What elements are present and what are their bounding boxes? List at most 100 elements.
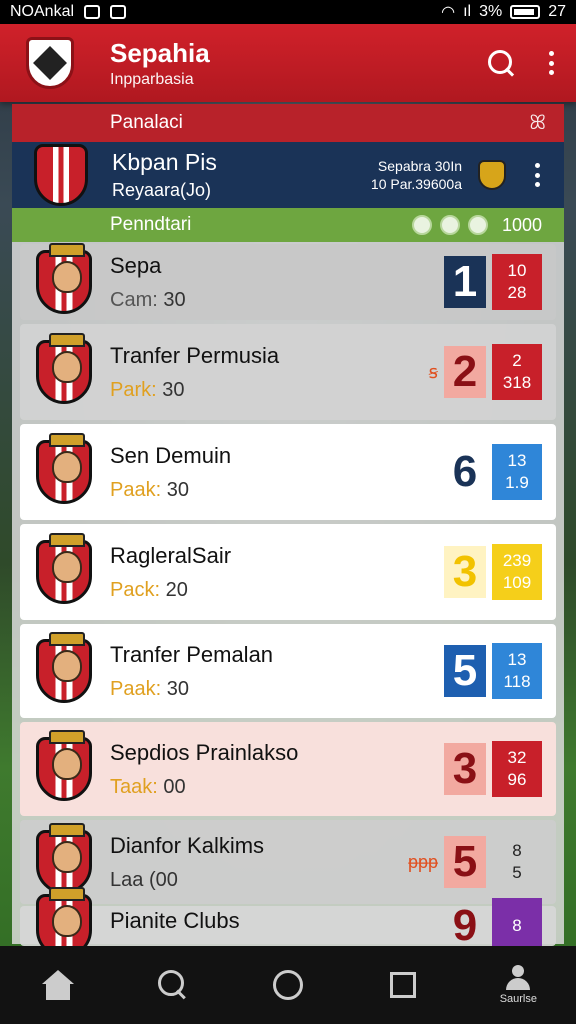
item-meta: Pack: 20 xyxy=(110,579,231,602)
item-meta: Taak: 00 xyxy=(110,776,298,799)
carrier-label: NOAnkal xyxy=(10,3,75,20)
list-item[interactable]: Sepa Cam: 30 1 10 28 xyxy=(20,243,556,320)
item-stats: 85 xyxy=(492,834,542,890)
list-item[interactable]: Dianfor Kalkims Laa (00 ᵽᵽᵽ 5 8 5 xyxy=(20,820,556,904)
wifi-icon: ◠ xyxy=(441,4,456,21)
item-score: 6 13 1.9 xyxy=(444,444,542,500)
club-badge-icon xyxy=(478,160,506,190)
item-meta: Laa (00 xyxy=(110,869,264,892)
bottom-nav: Saurlse xyxy=(0,946,576,1024)
item-meta-key: Laa xyxy=(110,868,149,891)
search-icon xyxy=(157,970,188,1000)
club-logo-icon[interactable] xyxy=(26,37,74,89)
item-title: RagleralSair xyxy=(110,542,232,568)
nav-circle[interactable] xyxy=(258,955,318,1015)
section-label: Penndtari xyxy=(110,214,192,235)
more-vert-icon[interactable] xyxy=(548,51,554,75)
item-meta: Paak: 30 xyxy=(110,678,273,701)
item-stat-1: 8 xyxy=(512,841,522,860)
item-meta-value: (00 xyxy=(148,868,178,891)
item-prefix: ꞩ xyxy=(428,361,438,382)
item-stat-1: 8 xyxy=(512,916,522,935)
item-meta-value: 30 xyxy=(162,378,185,401)
notification-icon-2 xyxy=(110,5,127,19)
item-stat-1: 32 xyxy=(507,748,527,767)
item-stat-2: 318 xyxy=(502,373,532,392)
player-crest-icon xyxy=(36,823,92,894)
sort-icon[interactable] xyxy=(467,215,488,235)
item-meta-key: Paak: xyxy=(110,677,167,700)
item-stat-2: 1.9 xyxy=(505,473,529,492)
list-item[interactable]: RagleralSair Pack: 20 3 239 109 xyxy=(20,524,556,620)
item-title: Tranfer Permusia xyxy=(110,342,280,368)
close-icon[interactable]: ꕤ xyxy=(529,112,546,135)
item-stat-1: 10 xyxy=(507,261,527,280)
section-bar: Penndtari 1000 xyxy=(12,208,564,242)
item-score: 1 10 28 xyxy=(444,254,542,310)
featured-info-1: Sepabra 30In xyxy=(377,158,462,174)
player-crest-icon xyxy=(36,632,92,703)
item-score: ᵽᵽᵽ 5 8 5 xyxy=(408,834,542,890)
item-meta-key: Cam: xyxy=(110,288,164,311)
item-meta-value: 30 xyxy=(166,677,189,700)
item-stats: 13 118 xyxy=(492,643,542,699)
item-score: 3 32 96 xyxy=(444,741,542,797)
filter-icon[interactable] xyxy=(411,215,432,235)
item-meta: Park: 30 xyxy=(110,379,279,402)
featured-name: Kbpan Pis xyxy=(112,149,217,175)
signal-icon: ıl xyxy=(463,3,472,20)
home-icon xyxy=(41,970,74,1000)
item-meta-key: Pack: xyxy=(110,578,166,601)
featured-more-icon[interactable] xyxy=(534,163,540,187)
item-meta-key: Paak: xyxy=(110,478,167,501)
nav-profile[interactable]: Saurlse xyxy=(488,955,548,1015)
item-rank: 5 xyxy=(444,645,486,697)
item-stats: 10 28 xyxy=(492,254,542,310)
item-prefix: ᵽᵽᵽ xyxy=(407,851,438,872)
item-title: Dianfor Kalkims xyxy=(110,832,265,858)
item-stat-2: 28 xyxy=(507,283,527,302)
clock: 27 xyxy=(548,3,566,20)
player-crest-icon xyxy=(34,144,88,206)
item-rank: 2 xyxy=(444,346,486,398)
item-title: Tranfer Pemalan xyxy=(110,641,274,667)
battery-text: 3% xyxy=(479,3,503,20)
list-item[interactable]: Sen Demuin Paak: 30 6 13 1.9 xyxy=(20,424,556,520)
item-meta: Cam: 30 xyxy=(110,289,186,312)
item-rank: 3 xyxy=(444,743,486,795)
check-icon[interactable] xyxy=(439,215,460,235)
person-icon xyxy=(504,965,532,991)
item-score: 3 239 109 xyxy=(444,544,542,600)
item-title: Sen Demuin xyxy=(110,442,232,468)
player-crest-icon xyxy=(36,243,92,314)
nav-home[interactable] xyxy=(28,955,88,1015)
item-rank: 1 xyxy=(444,256,486,308)
item-stat-2: 5 xyxy=(512,863,522,882)
item-meta-value: 30 xyxy=(163,288,186,311)
item-stat-2: 96 xyxy=(507,770,527,789)
item-stat-2: 118 xyxy=(503,672,531,691)
nav-search[interactable] xyxy=(143,955,203,1015)
list-item[interactable]: Tranfer Pemalan Paak: 30 5 13 118 xyxy=(20,624,556,718)
item-rank: 9 xyxy=(452,901,478,950)
player-crest-icon xyxy=(36,730,92,801)
list-item[interactable]: Sepdios Prainlakso Taak: 00 3 32 96 xyxy=(20,722,556,816)
nav-square[interactable] xyxy=(373,955,433,1015)
item-rank: 3 xyxy=(444,546,486,598)
featured-player[interactable]: Kbpan Pis Reyaara(Jo) Sepabra 30In 10 Pa… xyxy=(12,142,564,208)
item-score: ꞩ 2 2 318 xyxy=(429,344,542,400)
list-item[interactable]: Tranfer Permusia Park: 30 ꞩ 2 2 318 xyxy=(20,324,556,420)
list-item[interactable]: Pianite Clubs 9 8 xyxy=(20,887,556,958)
search-icon[interactable] xyxy=(488,50,514,76)
item-stats: 239 109 xyxy=(492,544,542,600)
item-meta: Paak: 30 xyxy=(110,479,231,502)
app-subtitle: Inpparbasia xyxy=(110,70,194,88)
item-stat-1: 13 xyxy=(507,650,527,669)
app-title: Sepahia xyxy=(110,37,210,68)
item-meta-value: 20 xyxy=(165,578,188,601)
item-stat-1: 2 xyxy=(512,351,522,370)
panel-header-label: Panalaci xyxy=(110,112,183,133)
panel-header: Panalaci ꕤ xyxy=(12,104,564,142)
featured-info-2: 10 Par.39600a xyxy=(370,176,462,192)
item-rank: 5 xyxy=(444,836,486,888)
